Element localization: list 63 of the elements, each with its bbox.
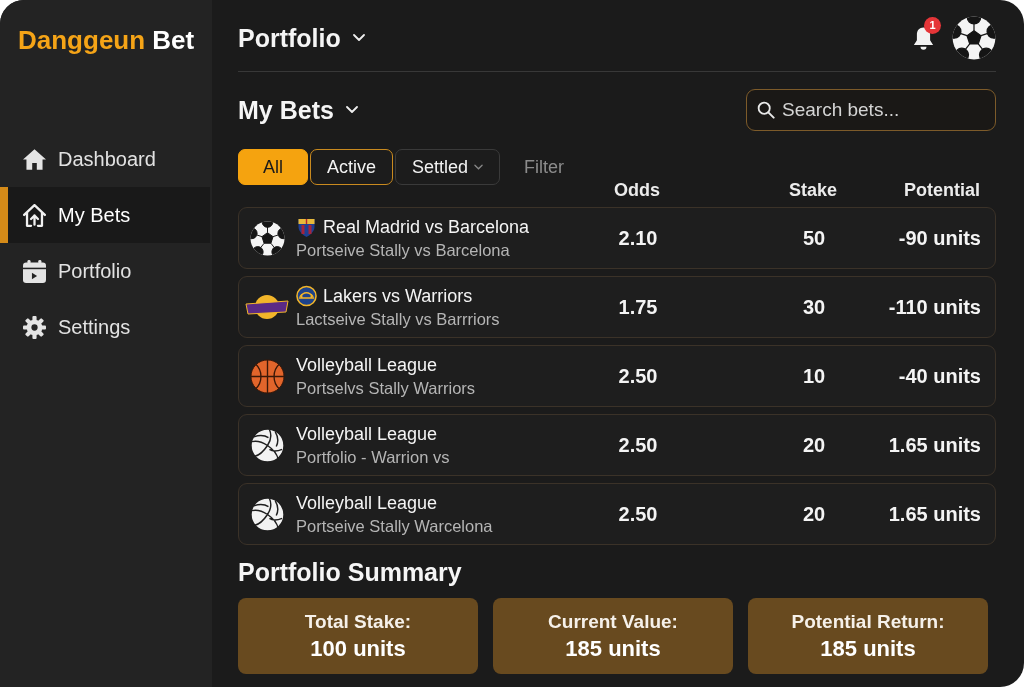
odds-cell-text: 2.50 bbox=[617, 502, 659, 526]
nav-item[interactable]: My Bets bbox=[0, 187, 210, 243]
app-logo: Danggeun Bet bbox=[17, 24, 196, 55]
soccer-ball-avatar[interactable] bbox=[952, 15, 996, 60]
bet-subtitle: Portfolio - Warrion vs bbox=[296, 446, 450, 468]
bet-title: Volleyball League bbox=[296, 353, 438, 377]
calendar-icon bbox=[23, 259, 46, 283]
settings-icon bbox=[23, 315, 46, 339]
summary-label: Current Value: bbox=[548, 610, 678, 633]
potential-cell-text: 1.65 units bbox=[887, 502, 981, 526]
filter-tab[interactable]: All bbox=[238, 149, 308, 185]
section-title: My Bets bbox=[238, 95, 334, 125]
house-arrow-icon bbox=[23, 203, 46, 227]
bet-title: Volleyball League bbox=[296, 491, 438, 515]
column-header: Stake bbox=[787, 179, 838, 201]
odds-cell-text: 2.10 bbox=[617, 226, 659, 250]
nav-item[interactable]: Settings bbox=[0, 299, 210, 355]
summary-label: Potential Return: bbox=[791, 610, 945, 633]
home-icon bbox=[23, 147, 46, 171]
stake-cell-text: 50 bbox=[801, 226, 827, 250]
chevron-down-icon[interactable] bbox=[345, 106, 358, 114]
bet-subtitle: Portselvs Stally Warriors bbox=[296, 377, 476, 399]
odds-cell-text: 1.75 bbox=[617, 295, 659, 319]
stake-cell-text: 30 bbox=[801, 295, 827, 319]
filter-tab[interactable]: Settled bbox=[395, 149, 501, 185]
section-title: Portfolio Summary bbox=[238, 557, 462, 587]
stake-cell-text: 20 bbox=[801, 502, 827, 526]
column-header: Potential bbox=[903, 179, 980, 201]
stake-cell-text: 20 bbox=[801, 433, 827, 457]
stake-cell-text: 10 bbox=[801, 364, 827, 388]
volleyball-icon bbox=[249, 496, 285, 532]
volleyball-icon bbox=[249, 427, 285, 463]
notification-badge: 1 bbox=[924, 16, 941, 34]
bet-title: Real Madrid vs Barcelona bbox=[323, 215, 530, 239]
round-crest-icon bbox=[296, 285, 317, 307]
summary-value: 100 units bbox=[310, 636, 406, 662]
search-field[interactable]: Search bets... bbox=[746, 89, 996, 131]
summary-label: Total Stake: bbox=[304, 610, 412, 633]
potential-cell-text: -90 units bbox=[897, 226, 981, 250]
summary-value: 185 units bbox=[820, 636, 916, 662]
bet-title: Volleyball League bbox=[296, 422, 438, 446]
filter-label[interactable]: Filter bbox=[524, 156, 565, 178]
odds-cell-text: 2.50 bbox=[617, 364, 659, 388]
odds-cell-text: 2.50 bbox=[617, 433, 659, 457]
bet-title: Lakers vs Warriors bbox=[323, 284, 473, 308]
nav-item[interactable]: Portfolio bbox=[0, 243, 210, 299]
search-icon bbox=[757, 101, 775, 119]
filter-tab[interactable]: Active bbox=[310, 149, 394, 185]
bet-subtitle: Portseive Stally Warcelona bbox=[296, 515, 493, 537]
nav-item[interactable]: Dashboard bbox=[0, 131, 210, 187]
potential-cell-text: 1.65 units bbox=[887, 433, 981, 457]
chevron-down-icon[interactable] bbox=[352, 33, 365, 42]
team-crest-icon bbox=[245, 293, 289, 321]
bet-subtitle: Portseive Stally vs Barcelona bbox=[296, 239, 510, 261]
soccer-ball-icon bbox=[249, 220, 285, 256]
bet-subtitle: Lactseive Stally vs Barrriors bbox=[296, 308, 500, 330]
potential-cell-text: -110 units bbox=[887, 295, 981, 319]
page-title: Portfolio bbox=[238, 22, 341, 53]
summary-value: 185 units bbox=[565, 636, 661, 662]
shield-crest-icon bbox=[296, 216, 317, 238]
column-header: Odds bbox=[613, 179, 661, 201]
potential-cell-text: -40 units bbox=[897, 364, 981, 388]
basketball-icon bbox=[249, 358, 285, 394]
